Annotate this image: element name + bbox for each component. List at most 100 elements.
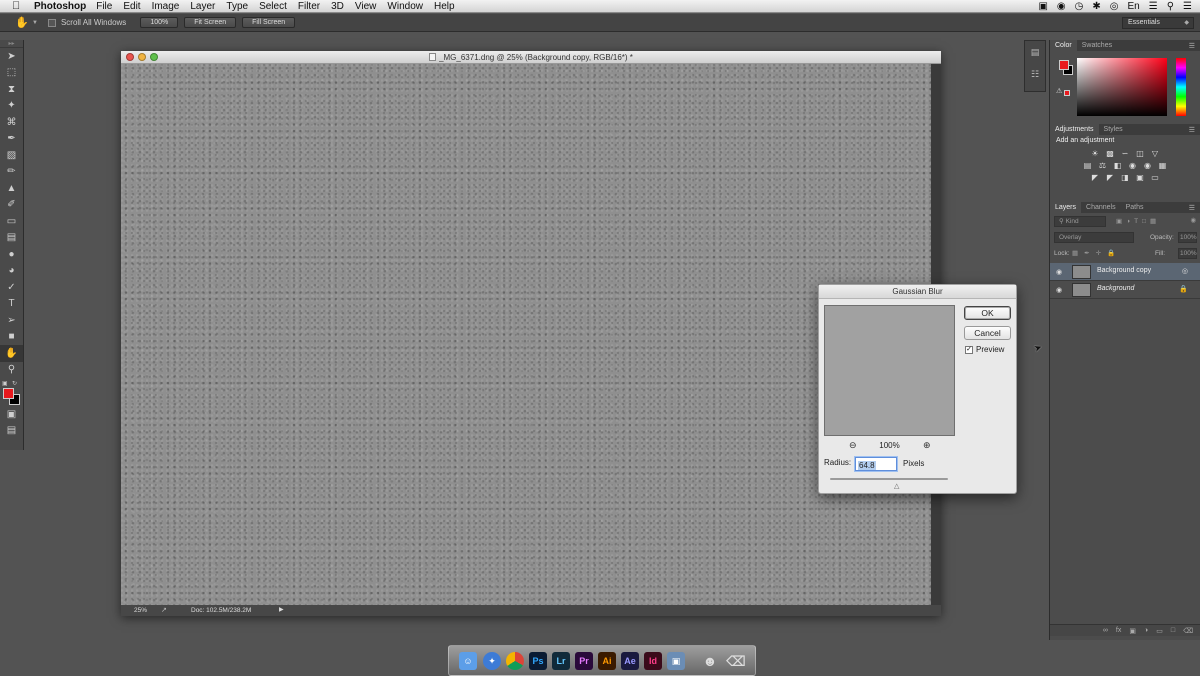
add-mask-icon[interactable]: ▣ [1129, 627, 1136, 635]
adjustment-layer-icon[interactable]: ◑ [1144, 627, 1148, 634]
menu-view[interactable]: View [355, 1, 377, 12]
clone-stamp-tool-icon[interactable]: ▲ [0, 180, 23, 197]
fill-input[interactable]: 100% [1178, 248, 1197, 259]
close-window-button[interactable] [126, 53, 134, 61]
levels-icon[interactable]: ▩ [1105, 149, 1115, 158]
tab-layers[interactable]: Layers [1050, 202, 1082, 213]
premiere-dock-icon[interactable]: Pr [575, 652, 593, 670]
bluetooth-icon[interactable]: ✱ [1092, 1, 1100, 12]
rectangle-tool-icon[interactable]: ■ [0, 329, 23, 346]
after-effects-dock-icon[interactable]: Ae [621, 652, 639, 670]
color-balance-icon[interactable]: ⚖ [1098, 161, 1108, 170]
move-tool-icon[interactable]: ➤ [0, 48, 23, 65]
blend-mode-select[interactable]: Overlay [1054, 232, 1134, 243]
radius-slider-track[interactable] [830, 478, 948, 480]
gradient-map-icon[interactable]: ▭ [1150, 173, 1160, 182]
layers-panel-menu-icon[interactable]: ☰ [1189, 204, 1195, 212]
status-zoom[interactable]: 25% [134, 605, 147, 616]
wifi-icon[interactable]: ◎ [1110, 1, 1119, 12]
preview-checkbox-row[interactable]: ✓ Preview [965, 345, 1004, 354]
radius-input[interactable]: 64.8 [855, 457, 897, 471]
menu-select[interactable]: Select [259, 1, 287, 12]
healing-brush-tool-icon[interactable]: ▨ [0, 147, 23, 164]
menu-3d[interactable]: 3D [331, 1, 344, 12]
photos-dock-icon[interactable]: ▣ [667, 652, 685, 670]
cancel-button[interactable]: Cancel [964, 326, 1011, 340]
menu-help[interactable]: Help [434, 1, 455, 12]
brightness-contrast-icon[interactable]: ☀ [1090, 149, 1100, 158]
zoom-window-button[interactable] [150, 53, 158, 61]
posterize-icon[interactable]: ◤ [1105, 173, 1115, 182]
ok-button[interactable]: OK [964, 306, 1011, 320]
menu-edit[interactable]: Edit [123, 1, 140, 12]
workspace-select[interactable]: Essentials [1122, 17, 1194, 29]
foreground-color-swatch[interactable] [3, 388, 14, 399]
tool-preset-chevron-icon[interactable]: ▼ [32, 20, 38, 26]
layer-name[interactable]: Background [1097, 285, 1134, 292]
eraser-tool-icon[interactable]: ▭ [0, 213, 23, 230]
layer-kind-filter[interactable]: ⚲ Kind [1054, 216, 1106, 227]
color-lookup-icon[interactable]: ▦ [1158, 161, 1168, 170]
visibility-eye-icon[interactable]: ◉ [1056, 268, 1062, 276]
curves-icon[interactable]: ∽ [1120, 149, 1130, 158]
hue-slider[interactable] [1176, 58, 1186, 116]
tab-swatches[interactable]: Swatches [1077, 40, 1117, 51]
dodge-tool-icon[interactable]: ◕ [0, 263, 23, 280]
tab-styles[interactable]: Styles [1099, 124, 1128, 135]
new-layer-icon[interactable]: □ [1171, 627, 1175, 634]
swap-colors-icon[interactable]: ↻ [12, 380, 17, 387]
tab-paths[interactable]: Paths [1121, 202, 1149, 213]
color-field[interactable] [1077, 58, 1167, 116]
fill-screen-button[interactable]: Fill Screen [242, 17, 296, 28]
opacity-input[interactable]: 100% [1178, 232, 1197, 243]
history-brush-tool-icon[interactable]: ✐ [0, 197, 23, 214]
channel-mixer-icon[interactable]: ◉ [1143, 161, 1153, 170]
crop-tool-icon[interactable]: ⌘ [0, 114, 23, 131]
layer-row-background-copy[interactable]: ◉ Background copy ◎ [1050, 263, 1200, 281]
history-panel-icon[interactable]: ▤ [1025, 41, 1045, 63]
gradient-tool-icon[interactable]: ▤ [0, 230, 23, 247]
path-selection-tool-icon[interactable]: ➢ [0, 312, 23, 329]
type-tool-icon[interactable]: T [0, 296, 23, 313]
gamut-warning-swatch[interactable] [1064, 90, 1070, 96]
app-menu-photoshop[interactable]: Photoshop [34, 1, 86, 12]
visibility-eye-icon[interactable]: ◉ [1056, 286, 1062, 294]
zoom-tool-icon[interactable]: ⚲ [0, 362, 23, 379]
time-machine-icon[interactable]: ◷ [1075, 1, 1084, 12]
blur-preview-pane[interactable] [824, 305, 955, 436]
status-menu-arrow-icon[interactable]: ▶ [279, 605, 284, 616]
invert-icon[interactable]: ◤ [1090, 173, 1100, 182]
dialog-title[interactable]: Gaussian Blur [819, 285, 1016, 299]
pen-tool-icon[interactable]: ✓ [0, 279, 23, 296]
image-canvas[interactable] [121, 64, 931, 605]
input-source[interactable]: En [1128, 1, 1140, 12]
tab-color[interactable]: Color [1050, 40, 1077, 51]
document-title-bar[interactable]: _MG_6371.dng @ 25% (Background copy, RGB… [121, 51, 941, 64]
lasso-tool-icon[interactable]: ⧗ [0, 81, 23, 98]
selective-color-icon[interactable]: ▣ [1135, 173, 1145, 182]
zoom-in-icon[interactable]: ⊕ [923, 440, 931, 451]
hue-saturation-icon[interactable]: ▤ [1083, 161, 1093, 170]
hand-tool-icon[interactable]: ✋ [15, 16, 29, 29]
zoom-100-button[interactable]: 100% [140, 17, 179, 28]
menu-layer[interactable]: Layer [190, 1, 215, 12]
lock-icons[interactable]: ▦✒✛🔒 [1072, 249, 1121, 257]
vibrance-icon[interactable]: ▽ [1150, 149, 1160, 158]
notifications-icon[interactable]: ☰ [1149, 1, 1158, 12]
new-group-icon[interactable]: ▭ [1156, 627, 1163, 635]
default-colors-icon[interactable]: ▣ [2, 380, 8, 387]
layer-name[interactable]: Background copy [1097, 267, 1151, 274]
video-camera-icon[interactable]: ▣ [1038, 1, 1047, 12]
blur-tool-icon[interactable]: ● [0, 246, 23, 263]
layer-row-background[interactable]: ◉ Background 🔒 [1050, 281, 1200, 299]
lightroom-dock-icon[interactable]: Lr [552, 652, 570, 670]
launchpad-icon[interactable]: ☻ [701, 652, 719, 670]
scroll-all-windows-checkbox[interactable] [47, 18, 56, 27]
adjustments-panel-menu-icon[interactable]: ☰ [1189, 126, 1195, 134]
tab-channels[interactable]: Channels [1081, 202, 1121, 213]
photo-filter-icon[interactable]: ◉ [1128, 161, 1138, 170]
layer-filter-icons[interactable]: ▣◑T□▦ [1116, 217, 1160, 225]
spotlight-search-icon[interactable]: ⚲ [1167, 1, 1174, 12]
layer-filter-toggle-icon[interactable]: ◉ [1190, 216, 1196, 224]
brush-tool-icon[interactable]: ✏ [0, 164, 23, 181]
